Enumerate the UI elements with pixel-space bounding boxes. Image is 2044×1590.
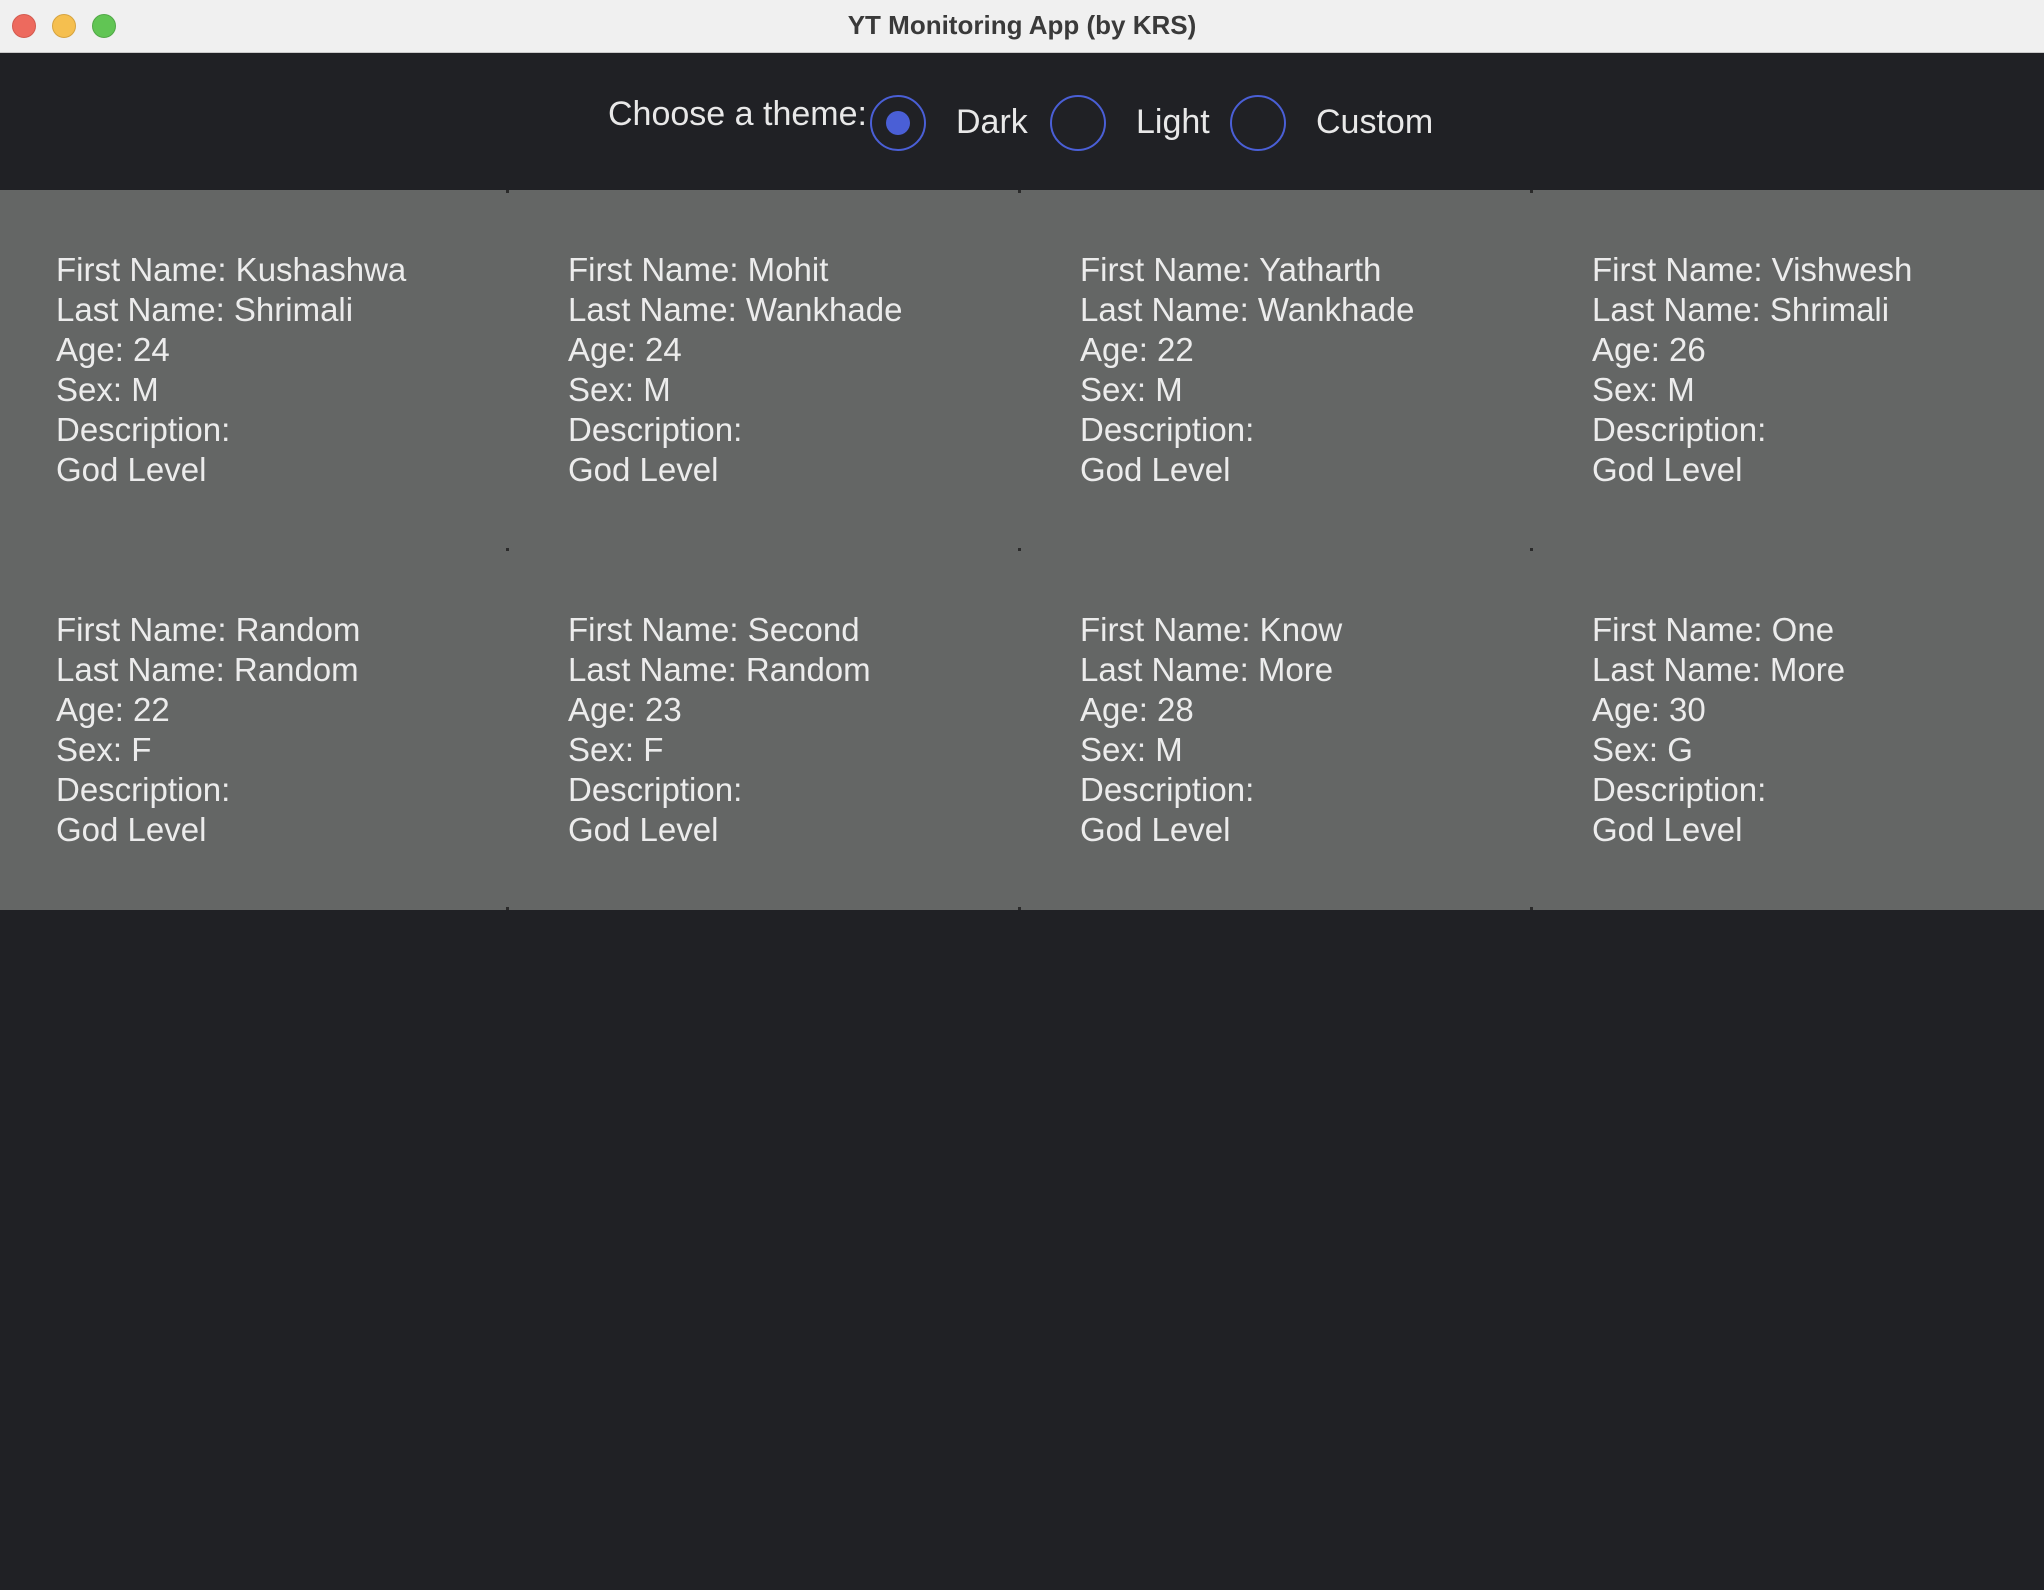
sex: Sex: F <box>56 731 152 768</box>
theme-custom-radio[interactable] <box>1230 95 1286 151</box>
grid-separator <box>506 190 509 193</box>
grid-separator <box>1018 548 1021 551</box>
description: God Level <box>56 451 207 488</box>
theme-dark-radio[interactable] <box>870 95 926 151</box>
first-name: First Name: Mohit <box>568 251 829 288</box>
description: God Level <box>56 811 207 848</box>
app-window: YT Monitoring App (by KRS) Choose a them… <box>0 0 2044 1590</box>
description-label: Description: <box>56 771 231 808</box>
first-name: First Name: Yatharth <box>1080 251 1382 288</box>
person-card: First Name: Second Last Name: Random Age… <box>512 550 1024 910</box>
theme-light-radio[interactable] <box>1050 95 1106 151</box>
last-name: Last Name: Shrimali <box>56 291 354 328</box>
sex: Sex: F <box>568 731 664 768</box>
last-name: Last Name: Wankhade <box>1080 291 1415 328</box>
description: God Level <box>1080 811 1231 848</box>
first-name: First Name: Second <box>568 611 860 648</box>
grid-separator <box>506 548 509 551</box>
first-name: First Name: Kushashwa <box>56 251 407 288</box>
description-label: Description: <box>568 771 743 808</box>
first-name: First Name: Random <box>56 611 361 648</box>
sex: Sex: M <box>56 371 159 408</box>
age: Age: 28 <box>1080 691 1194 728</box>
description: God Level <box>1592 811 1743 848</box>
person-card: First Name: Vishwesh Last Name: Shrimali… <box>1536 190 2044 550</box>
grid-separator <box>1018 907 1021 910</box>
sex: Sex: G <box>1592 731 1693 768</box>
theme-custom-label[interactable]: Custom <box>1316 102 1433 142</box>
last-name: Last Name: Shrimali <box>1592 291 1890 328</box>
theme-label: Choose a theme: <box>608 95 867 133</box>
age: Age: 22 <box>56 691 170 728</box>
description-label: Description: <box>1080 411 1255 448</box>
person-card: First Name: One Last Name: More Age: 30 … <box>1536 550 2044 910</box>
person-card: First Name: Kushashwa Last Name: Shrimal… <box>0 190 512 550</box>
description-label: Description: <box>1592 771 1767 808</box>
age: Age: 26 <box>1592 331 1706 368</box>
description-label: Description: <box>1080 771 1255 808</box>
last-name: Last Name: More <box>1592 651 1846 688</box>
theme-selector: Choose a theme: Dark Light Custom <box>0 54 2044 190</box>
description-label: Description: <box>1592 411 1767 448</box>
people-grid: First Name: Kushashwa Last Name: Shrimal… <box>0 190 2044 910</box>
age: Age: 22 <box>1080 331 1194 368</box>
age: Age: 24 <box>56 331 170 368</box>
description-label: Description: <box>568 411 743 448</box>
last-name: Last Name: Wankhade <box>568 291 903 328</box>
radio-selected-dot <box>886 111 910 135</box>
description: God Level <box>568 451 719 488</box>
sex: Sex: M <box>1080 731 1183 768</box>
description: God Level <box>1080 451 1231 488</box>
person-card: First Name: Yatharth Last Name: Wankhade… <box>1024 190 1536 550</box>
grid-separator <box>1530 548 1533 551</box>
person-card: First Name: Mohit Last Name: Wankhade Ag… <box>512 190 1024 550</box>
last-name: Last Name: Random <box>568 651 871 688</box>
first-name: First Name: Vishwesh <box>1592 251 1913 288</box>
grid-separator <box>1530 907 1533 910</box>
age: Age: 24 <box>568 331 682 368</box>
description: God Level <box>568 811 719 848</box>
sex: Sex: M <box>568 371 671 408</box>
description-label: Description: <box>56 411 231 448</box>
age: Age: 30 <box>1592 691 1706 728</box>
theme-dark-label[interactable]: Dark <box>956 102 1028 142</box>
last-name: Last Name: Random <box>56 651 359 688</box>
window-title: YT Monitoring App (by KRS) <box>847 10 1197 40</box>
first-name: First Name: One <box>1592 611 1835 648</box>
grid-separator <box>1018 190 1021 193</box>
age: Age: 23 <box>568 691 682 728</box>
description: God Level <box>1592 451 1743 488</box>
last-name: Last Name: More <box>1080 651 1334 688</box>
sex: Sex: M <box>1592 371 1695 408</box>
grid-separator <box>1530 190 1533 193</box>
first-name: First Name: Know <box>1080 611 1343 648</box>
person-card: First Name: Know Last Name: More Age: 28… <box>1024 550 1536 910</box>
sex: Sex: M <box>1080 371 1183 408</box>
person-card: First Name: Random Last Name: Random Age… <box>0 550 512 910</box>
grid-separator <box>506 907 509 910</box>
title-bar: YT Monitoring App (by KRS) <box>0 0 2044 53</box>
theme-light-label[interactable]: Light <box>1136 102 1210 142</box>
